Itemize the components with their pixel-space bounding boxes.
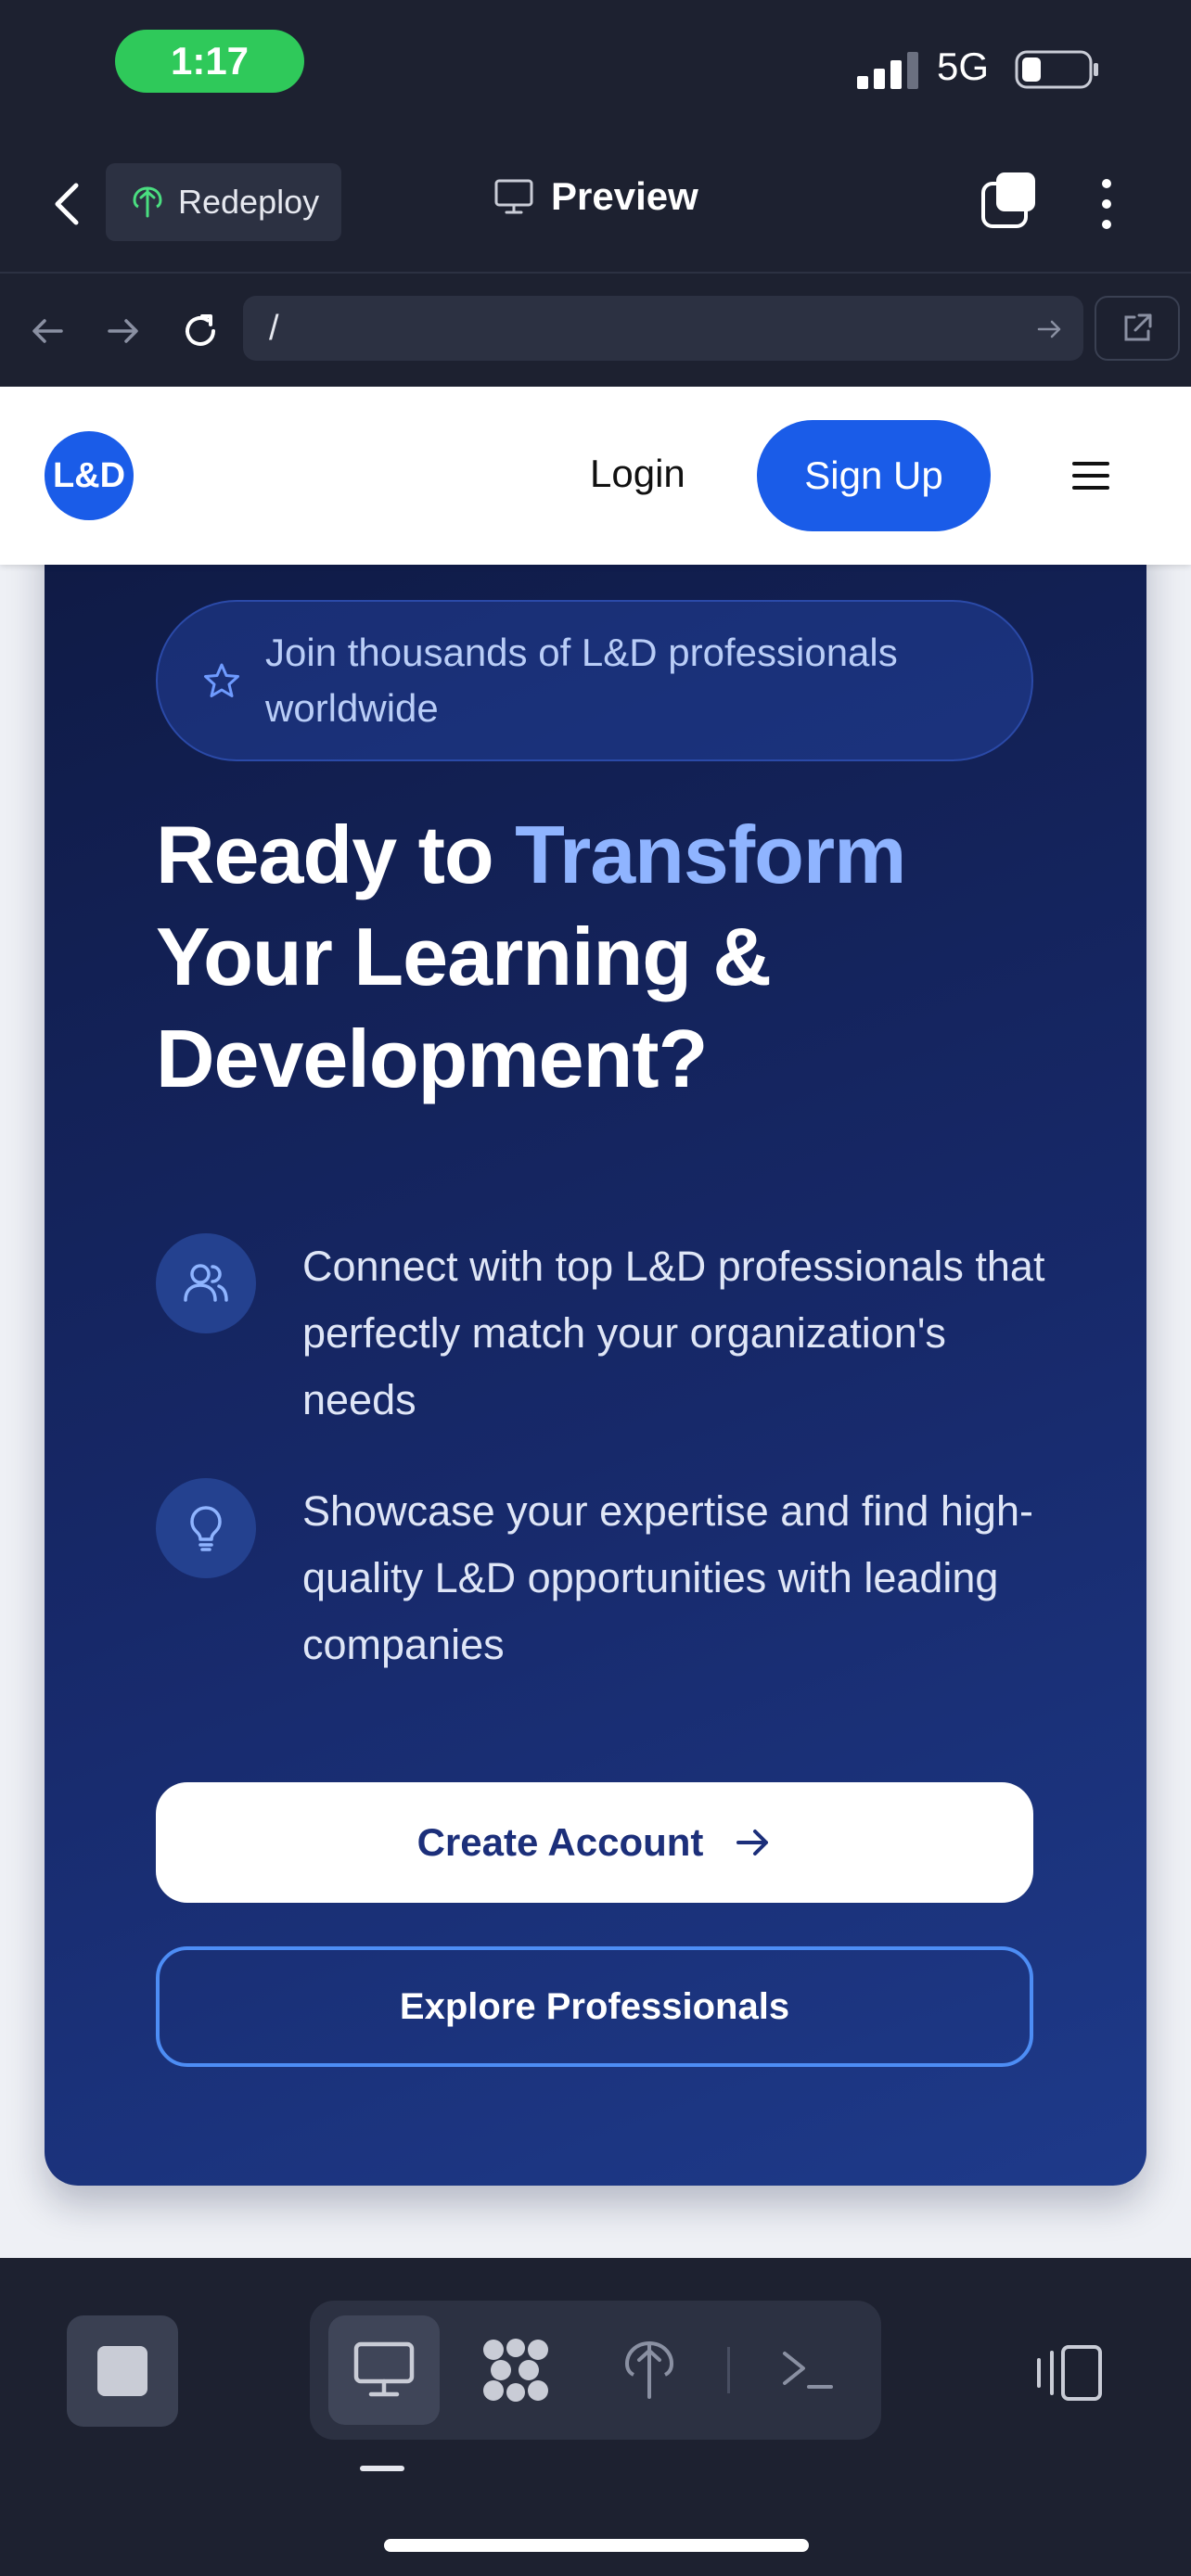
stop-icon bbox=[97, 2346, 147, 2396]
battery-icon bbox=[1015, 50, 1098, 89]
toolbar-divider bbox=[727, 2347, 730, 2393]
social-proof-badge: Join thousands of L&D professionals worl… bbox=[156, 600, 1033, 761]
terminal-icon bbox=[783, 2352, 833, 2389]
status-time: 1:17 bbox=[115, 30, 304, 93]
stop-button[interactable] bbox=[67, 2315, 178, 2427]
hamburger-menu-icon[interactable] bbox=[1072, 459, 1109, 492]
web-page: L&D Login Sign Up Join thousands of L&D … bbox=[0, 387, 1191, 2258]
redeploy-button[interactable]: Redeploy bbox=[106, 163, 341, 241]
headline-accent: Transform bbox=[515, 809, 906, 900]
signup-button[interactable]: Sign Up bbox=[757, 420, 991, 531]
preview-label: Preview bbox=[551, 174, 698, 218]
browser-forward-icon[interactable] bbox=[100, 309, 145, 353]
go-arrow-icon[interactable] bbox=[1035, 314, 1065, 344]
external-link-icon bbox=[1124, 313, 1152, 341]
star-icon bbox=[204, 663, 239, 697]
explore-professionals-button[interactable]: Explore Professionals bbox=[156, 1946, 1033, 2067]
site-navbar: L&D Login Sign Up bbox=[0, 387, 1191, 565]
status-bar: 1:17 5G bbox=[0, 0, 1191, 130]
cta-card: Join thousands of L&D professionals worl… bbox=[45, 516, 1146, 2186]
lightbulb-icon bbox=[156, 1478, 256, 1578]
site-logo[interactable]: L&D bbox=[45, 431, 134, 520]
deploy-icon bbox=[624, 2341, 674, 2399]
login-link[interactable]: Login bbox=[590, 452, 685, 496]
active-tab-indicator bbox=[360, 2466, 404, 2471]
monitor-icon bbox=[494, 179, 533, 214]
redeploy-label: Redeploy bbox=[178, 183, 320, 221]
monitor-icon bbox=[353, 2341, 415, 2397]
browser-bar: / bbox=[0, 275, 1191, 387]
blocks-icon bbox=[483, 2339, 548, 2402]
deploy-tool-button[interactable] bbox=[594, 2315, 705, 2425]
feature-text: Connect with top L&D professionals that … bbox=[302, 1243, 1045, 1423]
workflow-tool-button[interactable] bbox=[460, 2315, 571, 2425]
arrow-right-icon bbox=[736, 1830, 769, 1855]
tabs-icon[interactable] bbox=[980, 171, 1039, 230]
preview-tool-button[interactable] bbox=[328, 2315, 440, 2425]
headline-part-1: Ready to bbox=[156, 809, 516, 900]
preview-title: Preview bbox=[493, 174, 698, 219]
feature-item: Showcase your expertise and find high-qu… bbox=[156, 1478, 1046, 1678]
headline-part-2: Your Learning & Development? bbox=[156, 911, 772, 1104]
create-account-label: Create Account bbox=[416, 1820, 704, 1864]
split-view-icon[interactable] bbox=[1035, 2343, 1104, 2403]
app-toolbar: Redeploy Preview bbox=[0, 130, 1191, 274]
more-vertical-icon[interactable] bbox=[1095, 176, 1119, 232]
deploy-icon bbox=[133, 186, 162, 218]
network-label: 5G bbox=[937, 45, 990, 88]
users-icon bbox=[156, 1233, 256, 1333]
url-text: / bbox=[269, 308, 279, 348]
bottom-toolbar bbox=[0, 2258, 1191, 2576]
shell-tool-button[interactable] bbox=[751, 2315, 863, 2425]
reload-icon[interactable] bbox=[178, 309, 223, 353]
back-chevron-icon[interactable] bbox=[45, 176, 91, 232]
badge-text: Join thousands of L&D professionals worl… bbox=[265, 631, 898, 730]
browser-back-icon[interactable] bbox=[26, 309, 70, 353]
url-input[interactable]: / bbox=[243, 296, 1083, 361]
home-indicator bbox=[384, 2539, 809, 2552]
feature-text: Showcase your expertise and find high-qu… bbox=[302, 1487, 1033, 1668]
cta-headline: Ready to Transform Your Learning & Devel… bbox=[156, 804, 1046, 1110]
create-account-button[interactable]: Create Account bbox=[156, 1782, 1033, 1903]
open-external-button[interactable] bbox=[1095, 296, 1180, 361]
feature-item: Connect with top L&D professionals that … bbox=[156, 1233, 1046, 1434]
signal-icon bbox=[857, 52, 918, 89]
tool-switcher bbox=[310, 2301, 881, 2440]
